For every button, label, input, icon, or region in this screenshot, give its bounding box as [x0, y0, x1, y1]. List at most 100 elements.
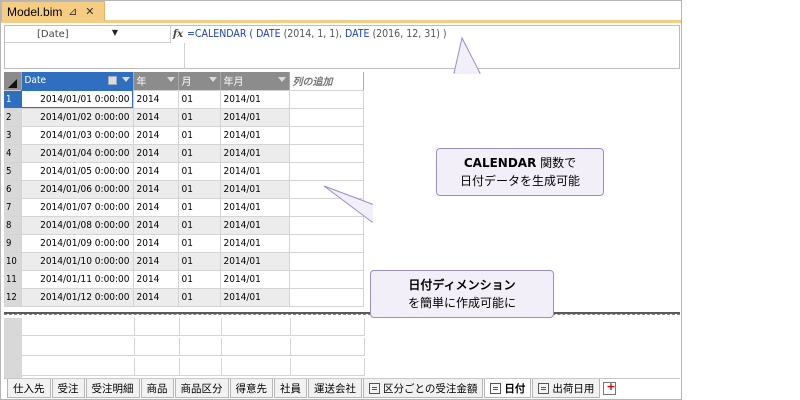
month-cell[interactable]: 01 — [178, 234, 221, 253]
measure-cell[interactable] — [22, 338, 135, 356]
measure-cell[interactable] — [180, 358, 222, 376]
document-tab-model-bim[interactable]: Model.bim ⊿ ✕ — [1, 1, 105, 21]
month-cell[interactable]: 01 — [178, 270, 221, 289]
close-icon[interactable]: ✕ — [83, 5, 96, 18]
measure-cell[interactable] — [180, 338, 222, 356]
year-cell[interactable]: 2014 — [133, 216, 179, 235]
add-column-cell[interactable] — [289, 126, 364, 145]
year-cell[interactable]: 2014 — [133, 198, 179, 217]
sheet-tab[interactable]: 日付 — [484, 379, 532, 398]
year-month-cell[interactable]: 2014/01 — [220, 162, 290, 181]
sheet-tab[interactable]: 受注明細 — [85, 379, 140, 398]
add-column-cell[interactable] — [289, 108, 364, 127]
column-header-year-month[interactable]: 年月 — [220, 72, 290, 91]
table-row[interactable]: 11 2014/01/11 0:00:00 2014 01 2014/01 — [4, 270, 364, 289]
year-month-cell[interactable]: 2014/01 — [220, 144, 290, 163]
column-header-year[interactable]: 年 — [133, 72, 179, 91]
row-number[interactable]: 9 — [4, 234, 22, 253]
year-month-cell[interactable]: 2014/01 — [220, 90, 290, 109]
measure-cell[interactable] — [222, 318, 291, 336]
row-number[interactable]: 3 — [4, 126, 22, 145]
year-cell[interactable]: 2014 — [133, 270, 179, 289]
table-row[interactable]: 8 2014/01/08 0:00:00 2014 01 2014/01 — [4, 216, 364, 235]
filter-dropdown-icon[interactable] — [166, 77, 175, 82]
month-cell[interactable]: 01 — [178, 180, 221, 199]
measure-cell[interactable] — [291, 338, 365, 356]
row-number[interactable]: 5 — [4, 162, 22, 181]
sheet-tab[interactable]: 出荷日用 — [532, 379, 601, 398]
row-number[interactable]: 7 — [4, 198, 22, 217]
date-cell[interactable]: 2014/01/10 0:00:00 — [21, 252, 134, 271]
filter-dropdown-icon[interactable] — [121, 77, 130, 82]
fx-icon[interactable]: fx — [171, 26, 185, 43]
year-cell[interactable]: 2014 — [133, 234, 179, 253]
row-number[interactable]: 8 — [4, 216, 22, 235]
year-cell[interactable]: 2014 — [133, 144, 179, 163]
year-cell[interactable]: 2014 — [133, 126, 179, 145]
row-number[interactable]: 12 — [4, 288, 22, 307]
year-month-cell[interactable]: 2014/01 — [220, 234, 290, 253]
date-cell[interactable]: 2014/01/03 0:00:00 — [21, 126, 134, 145]
date-cell[interactable]: 2014/01/07 0:00:00 — [21, 198, 134, 217]
add-column-cell[interactable] — [289, 162, 364, 181]
chevron-down-icon[interactable]: ▼ — [112, 28, 118, 37]
month-cell[interactable]: 01 — [178, 144, 221, 163]
measure-cell[interactable] — [222, 338, 291, 356]
add-column-cell[interactable] — [289, 144, 364, 163]
measure-grid[interactable] — [4, 318, 365, 378]
date-cell[interactable]: 2014/01/02 0:00:00 — [21, 108, 134, 127]
measure-cell[interactable] — [291, 318, 365, 336]
add-column-cell[interactable] — [289, 234, 364, 253]
add-table-icon[interactable] — [603, 380, 617, 395]
sheet-tab[interactable]: 商品区分 — [174, 379, 229, 398]
table-row[interactable]: 5 2014/01/05 0:00:00 2014 01 2014/01 — [4, 162, 364, 181]
sheet-tab[interactable]: 区分ごとの受注金額 — [363, 379, 484, 398]
formula-input[interactable]: =CALENDAR ( DATE (2014, 1, 1), DATE (201… — [187, 28, 447, 40]
measure-cell[interactable] — [22, 358, 135, 376]
measure-cell[interactable] — [22, 318, 135, 336]
add-column-cell[interactable] — [289, 270, 364, 289]
year-cell[interactable]: 2014 — [133, 288, 179, 307]
row-number[interactable]: 4 — [4, 144, 22, 163]
date-cell[interactable]: 2014/01/11 0:00:00 — [21, 270, 134, 289]
pin-icon[interactable]: ⊿ — [66, 5, 79, 18]
date-cell[interactable]: 2014/01/12 0:00:00 — [21, 288, 134, 307]
date-cell[interactable]: 2014/01/05 0:00:00 — [21, 162, 134, 181]
month-cell[interactable]: 01 — [178, 198, 221, 217]
year-month-cell[interactable]: 2014/01 — [220, 252, 290, 271]
measure-cell[interactable] — [135, 338, 180, 356]
year-month-cell[interactable]: 2014/01 — [220, 216, 290, 235]
sheet-tab[interactable]: 受注 — [51, 379, 85, 398]
year-month-cell[interactable]: 2014/01 — [220, 180, 290, 199]
sheet-tab[interactable]: 得意先 — [229, 379, 273, 398]
row-number[interactable]: 1 — [4, 90, 22, 109]
table-row[interactable]: 6 2014/01/06 0:00:00 2014 01 2014/01 — [4, 180, 364, 199]
row-number[interactable]: 6 — [4, 180, 22, 199]
date-cell[interactable]: 2014/01/04 0:00:00 — [21, 144, 134, 163]
table-row[interactable]: 9 2014/01/09 0:00:00 2014 01 2014/01 — [4, 234, 364, 253]
table-row[interactable]: 7 2014/01/07 0:00:00 2014 01 2014/01 — [4, 198, 364, 217]
column-header-month[interactable]: 月 — [178, 72, 221, 91]
add-column-header[interactable]: 列の追加 — [289, 72, 364, 91]
year-month-cell[interactable]: 2014/01 — [220, 198, 290, 217]
table-row[interactable]: 10 2014/01/10 0:00:00 2014 01 2014/01 — [4, 252, 364, 271]
measure-cell[interactable] — [180, 318, 222, 336]
add-column-cell[interactable] — [289, 288, 364, 307]
measure-cell[interactable] — [135, 358, 180, 376]
month-cell[interactable]: 01 — [178, 162, 221, 181]
date-cell[interactable]: 2014/01/06 0:00:00 — [21, 180, 134, 199]
year-cell[interactable]: 2014 — [133, 252, 179, 271]
table-row[interactable]: 4 2014/01/04 0:00:00 2014 01 2014/01 — [4, 144, 364, 163]
year-month-cell[interactable]: 2014/01 — [220, 126, 290, 145]
month-cell[interactable]: 01 — [178, 252, 221, 271]
year-cell[interactable]: 2014 — [133, 162, 179, 181]
add-column-cell[interactable] — [289, 252, 364, 271]
row-number[interactable]: 2 — [4, 108, 22, 127]
column-selector[interactable]: [Date] ▼ — [5, 26, 171, 43]
measure-cell[interactable] — [135, 318, 180, 336]
filter-dropdown-icon[interactable] — [208, 77, 217, 82]
row-number[interactable]: 10 — [4, 252, 22, 271]
year-cell[interactable]: 2014 — [133, 108, 179, 127]
month-cell[interactable]: 01 — [178, 90, 221, 109]
month-cell[interactable]: 01 — [178, 126, 221, 145]
